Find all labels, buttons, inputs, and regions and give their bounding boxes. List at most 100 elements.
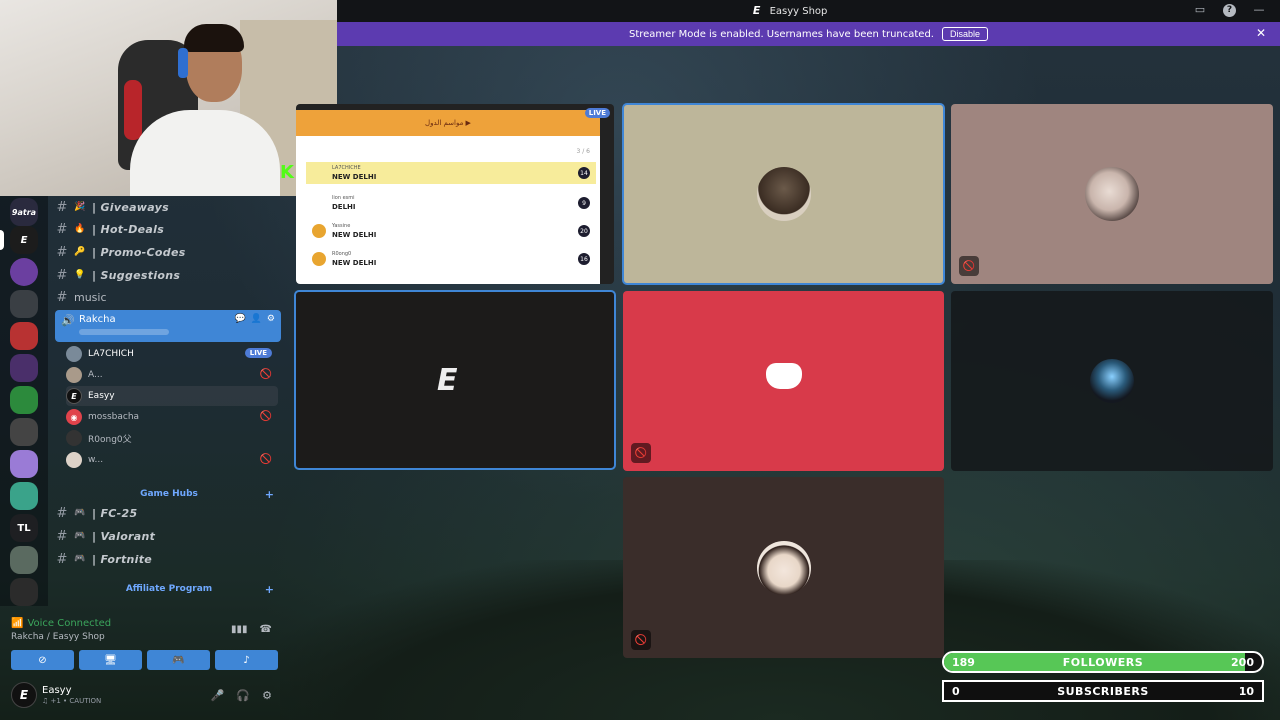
hash-icon: # [56,505,68,521]
user-name[interactable]: Easyy [42,685,72,696]
crown-icon [312,252,326,266]
channel-fc-25[interactable]: # 🎮 | FC-25 [56,502,282,524]
server-icon[interactable] [10,418,38,446]
category-affiliate-program[interactable]: Affiliate Program + [56,582,282,596]
leaderboard-city: NEW DELHI [332,231,377,239]
member-name: LA7CHICH [88,349,134,359]
voice-member[interactable]: w... 🚫 [66,450,278,470]
close-icon[interactable]: ✕ [1256,26,1266,40]
member-name: w... [88,455,104,465]
participant-tile[interactable]: 🚫 [623,477,944,658]
voice-channel-name: Rakcha [79,314,116,325]
activity-button[interactable]: 🎮 [147,650,210,670]
category-game-hubs[interactable]: Game Hubs + [56,487,282,501]
channel-fortnite[interactable]: # 🎮 | Fortnite [56,548,282,570]
channel-emoji: 🎮 [74,508,86,518]
channel-hot-deals[interactable]: # 🔥 | Hot-Deals [56,218,282,240]
leaderboard-header: مواسم الدول ▶ [296,110,600,136]
webcam-chair-accent [124,80,142,140]
server-icon[interactable] [10,322,38,350]
server-icon-tl[interactable]: TL [10,514,38,542]
participant-tile[interactable] [622,103,945,285]
crown-icon [312,224,326,238]
leaderboard-score: 14 [578,167,590,179]
hash-icon: # [56,551,68,567]
voice-member-self[interactable]: E Easyy [66,386,278,406]
voice-tools: ▮▮▮ ☎ [231,624,272,635]
user-controls: 🎤 🎧 ⚙ [211,689,272,702]
server-icon[interactable] [10,258,38,286]
disconnect-icon[interactable]: ☎ [260,624,272,635]
channel-valorant[interactable]: # 🎮 | Valorant [56,525,282,547]
voice-channel-rakcha[interactable]: 🔊 Rakcha 💬 👤 ⚙ [55,310,281,342]
avatar [66,346,82,362]
server-icon[interactable] [10,450,38,478]
avatar [756,167,811,221]
titlebar-actions: ▭ ? — [1193,3,1266,17]
subscribers-current: 0 [952,685,960,698]
server-icon[interactable] [10,578,38,606]
window-title-text: Easyy Shop [769,5,828,17]
headphones-icon[interactable]: 🎧 [236,689,250,702]
voice-status[interactable]: 📶 Voice Connected [11,618,111,629]
gear-icon[interactable]: ⚙ [262,689,272,702]
member-name: R0ong0父 [88,434,132,445]
channel-emoji: 💡 [74,270,86,280]
followers-goal-bar: FOLLOWERS 189 200 [942,651,1264,673]
camera-off-button[interactable]: ⊘ [11,650,74,670]
easyy-logo-icon: E [752,4,761,17]
server-icon[interactable] [10,386,38,414]
voice-channel-path[interactable]: Rakcha / Easyy Shop [11,632,105,642]
noise-suppression-icon[interactable]: ▮▮▮ [231,624,248,635]
signal-icon: 📶 [11,618,24,629]
leaderboard-city: NEW DELHI [332,259,377,267]
voice-member[interactable]: A... 🚫 [66,365,278,385]
channel-giveaways[interactable]: # 🎉 | Giveaways [56,196,282,218]
inbox-icon[interactable]: ▭ [1193,3,1207,17]
leaderboard-row: LA7CHICHE NEW DELHI 14 [306,162,596,184]
channel-suggestions[interactable]: # 💡 | Suggestions [56,264,282,286]
followers-target: 200 [1231,656,1254,669]
member-name: Easyy [88,391,115,401]
microphone-icon[interactable]: 🎤 [211,689,225,702]
screen-share-tile[interactable]: مواسم الدول ▶ 3 / 6 LA7CHICHE NEW DELHI … [296,104,614,284]
user-status: ♫ +1 • CAUTION [42,697,102,705]
server-selected-indicator [0,230,4,250]
add-channel-icon[interactable]: + [265,583,274,596]
leaderboard-row: R0ong0 NEW DELHI 16 [306,248,596,270]
server-rail: 9atra E TL [0,196,48,606]
channel-name: | FC-25 [92,506,138,520]
invite-icon[interactable]: 👤 [251,314,262,324]
channel-promo-codes[interactable]: # 🔑 | Promo-Codes [56,241,282,263]
server-icon[interactable] [10,354,38,382]
voice-member[interactable]: R0ong0父 [66,428,278,448]
server-icon[interactable] [10,546,38,574]
channel-emoji: 🔑 [74,247,86,257]
subscribers-goal-bar: SUBSCRIBERS 0 10 [942,680,1264,702]
minimize-icon[interactable]: — [1252,3,1266,17]
server-icon[interactable] [10,482,38,510]
server-icon[interactable]: 9atra [10,198,38,226]
channel-music[interactable]: # music [56,286,282,308]
server-icon[interactable] [10,290,38,318]
gear-icon[interactable]: ⚙ [267,314,275,324]
soundboard-button[interactable]: ♪ [215,650,278,670]
user-avatar[interactable]: E [11,682,37,708]
participant-tile[interactable]: 🚫 [623,291,944,471]
leaderboard-user: LA7CHICHE [332,165,361,171]
server-icon-easyy[interactable]: E [10,226,38,254]
add-channel-icon[interactable]: + [265,488,274,501]
voice-member[interactable]: LA7CHICH LIVE [66,344,278,364]
participant-tile-easyy[interactable]: E [294,290,616,470]
channel-emoji: 🎉 [74,202,86,212]
voice-member[interactable]: ◉ mossbacha 🚫 [66,407,278,427]
voice-status-text: Voice Connected [27,618,112,629]
chat-icon[interactable]: 💬 [234,314,245,324]
screen-share-button[interactable]: 🖥 [79,650,142,670]
help-icon[interactable]: ? [1223,3,1236,17]
category-name: Game Hubs [140,489,198,499]
leaderboard-score: 20 [578,225,590,237]
disable-streamer-mode-button[interactable]: Disable [941,27,988,41]
participant-tile[interactable] [951,291,1273,471]
participant-tile[interactable]: 🚫 [951,104,1273,284]
